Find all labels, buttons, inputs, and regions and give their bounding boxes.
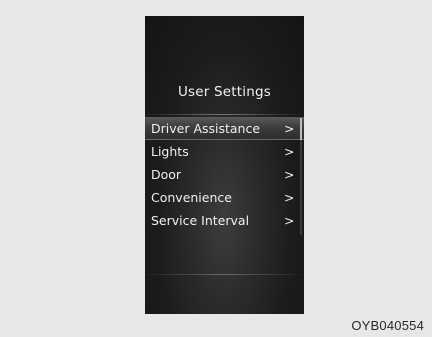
chevron-right-icon: >: [284, 190, 295, 205]
cluster-display: User Settings Driver Assistance > Lights…: [145, 16, 304, 314]
menu-item-lights[interactable]: Lights >: [145, 140, 304, 163]
figure-code: OYB040554: [351, 318, 424, 333]
menu-item-label: Door: [151, 167, 182, 182]
screen-title: User Settings: [177, 84, 272, 100]
menu-item-label: Service Interval: [151, 213, 250, 228]
menu-item-door[interactable]: Door >: [145, 163, 304, 186]
menu-item-label: Lights: [151, 144, 189, 159]
bottom-divider: [147, 274, 302, 275]
chevron-right-icon: >: [284, 144, 295, 159]
menu-item-convenience[interactable]: Convenience >: [145, 186, 304, 209]
chevron-right-icon: >: [284, 213, 295, 228]
settings-menu: Driver Assistance > Lights > Door > Conv…: [145, 117, 304, 232]
scrollbar-thumb[interactable]: [300, 118, 302, 140]
chevron-right-icon: >: [284, 167, 295, 182]
menu-item-label: Convenience: [151, 190, 232, 205]
scrollbar[interactable]: [300, 118, 302, 235]
title-divider: [147, 114, 300, 115]
chevron-right-icon: >: [284, 121, 295, 136]
menu-item-service-interval[interactable]: Service Interval >: [145, 209, 304, 232]
menu-item-driver-assistance[interactable]: Driver Assistance >: [145, 117, 304, 140]
menu-item-label: Driver Assistance: [151, 121, 261, 136]
